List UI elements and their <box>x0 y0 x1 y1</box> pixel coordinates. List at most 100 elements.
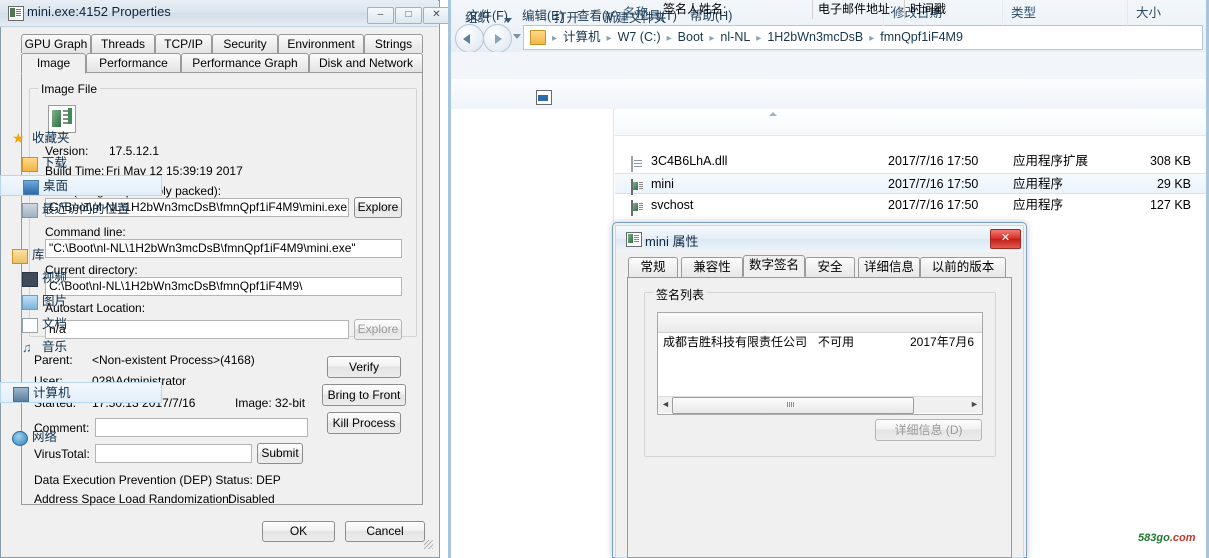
tab-compatibility[interactable]: 兼容性 <box>681 257 743 277</box>
breadcrumb-item-w7c[interactable]: W7 (C:) <box>616 29 663 46</box>
column-header-type[interactable]: 类型 <box>1003 0 1128 26</box>
bring-to-front-button[interactable]: Bring to Front <box>322 384 406 406</box>
close-icon[interactable]: ✕ <box>990 229 1021 249</box>
file-type: 应用程序 <box>1013 198 1064 212</box>
sidebar-item-pictures[interactable]: 图片 <box>0 291 162 312</box>
minimize-button[interactable]: – <box>367 7 394 24</box>
breadcrumb-item-1h2bwn3mcdsb[interactable]: 1H2bWn3mcDsB <box>765 29 865 46</box>
resize-grip[interactable] <box>424 540 433 549</box>
tab-details[interactable]: 详细信息 <box>858 257 920 277</box>
tab-tcpip[interactable]: TCP/IP <box>155 34 212 53</box>
chevron-down-icon[interactable] <box>504 18 512 23</box>
forward-button[interactable] <box>483 24 512 53</box>
application-icon <box>626 232 642 247</box>
open-button[interactable]: 打开 <box>554 7 579 26</box>
sidebar-item-label: 最近访问的位置 <box>42 202 130 216</box>
breadcrumb-separator: ▸ <box>709 33 715 44</box>
details-button: 详细信息 (D) <box>875 419 982 441</box>
application-icon <box>8 6 24 21</box>
explorer-menu-bar <box>451 52 1206 80</box>
tab-image[interactable]: Image <box>21 53 86 74</box>
aslr-label: Address Space Load Randomization: <box>34 492 233 506</box>
tab-strings[interactable]: Strings <box>364 34 423 53</box>
sidebar-item-videos[interactable]: 视频 <box>0 268 162 289</box>
path-explore-button[interactable]: Explore <box>354 197 402 218</box>
tab-digital-signatures[interactable]: 数字签名 <box>743 255 805 277</box>
table-row[interactable]: mini 2017/7/16 17:50 应用程序 29 KB <box>615 173 1206 195</box>
sidebar-item-label: 音乐 <box>42 340 68 354</box>
tab-security[interactable]: Security <box>212 34 278 53</box>
signer-name: 成都吉胜科技有限责任公司 <box>663 335 808 349</box>
sidebar-item-favorites[interactable]: ★ 收藏夹 <box>0 128 162 149</box>
breadcrumb-item-nlnl[interactable]: nl-NL <box>718 29 752 46</box>
kill-process-button[interactable]: Kill Process <box>327 412 401 434</box>
maximize-button[interactable]: □ <box>395 7 422 24</box>
tab-performance[interactable]: Performance <box>86 53 181 72</box>
recent-pages-chevron-icon[interactable] <box>513 34 521 39</box>
network-icon <box>12 431 28 446</box>
sidebar-item-label: 图片 <box>42 294 68 308</box>
breadcrumb-item-computer[interactable]: 计算机 <box>561 29 603 46</box>
breadcrumb-item-boot[interactable]: Boot <box>676 29 706 46</box>
signer-timestamp: 2017年7月6 <box>910 335 975 349</box>
tab-gpu-graph[interactable]: GPU Graph <box>21 34 91 53</box>
sidebar-item-recent-places[interactable]: 最近访问的位置 <box>0 199 162 220</box>
watermark-domain: .com <box>1169 532 1196 544</box>
breadcrumb-separator: ▸ <box>869 33 875 44</box>
sidebar-item-libraries[interactable]: 库 <box>0 245 162 266</box>
file-size: 127 KB <box>1149 198 1191 212</box>
signature-table-header <box>658 313 982 333</box>
star-icon: ★ <box>12 130 25 146</box>
verify-button[interactable]: Verify <box>327 356 401 378</box>
sidebar-item-network[interactable]: 网络 <box>0 427 162 448</box>
file-list-column-headers <box>615 109 1206 136</box>
desktop-icon <box>23 180 39 195</box>
table-row[interactable]: 3C4B6LhA.dll 2017/7/16 17:50 应用程序扩展 308 … <box>615 151 1206 172</box>
breadcrumb-separator: ▸ <box>756 33 762 44</box>
file-name: mini <box>651 177 674 191</box>
folder-icon <box>530 30 546 45</box>
tab-performance-graph[interactable]: Performance Graph <box>181 53 309 72</box>
mini-properties-title: mini 属性 <box>645 234 699 249</box>
tab-threads[interactable]: Threads <box>91 34 155 53</box>
submit-button[interactable]: Submit <box>257 443 303 464</box>
scroll-left-icon[interactable]: ◄ <box>659 397 672 412</box>
executable-icon-accent <box>68 108 72 124</box>
column-header-email[interactable]: 电子邮件地址: <box>813 0 905 19</box>
sidebar-item-music[interactable]: ♫ 音乐 <box>0 337 162 358</box>
organize-button[interactable]: 组织 <box>465 7 490 26</box>
exe-icon <box>631 179 633 195</box>
column-header-size[interactable]: 大小 <box>1128 0 1206 26</box>
sidebar-item-label: 收藏夹 <box>32 131 70 145</box>
back-button[interactable] <box>455 24 484 53</box>
file-type: 应用程序 <box>1013 177 1064 191</box>
sidebar-item-label: 桌面 <box>43 179 69 193</box>
column-header-signer[interactable]: 签名人姓名: <box>658 0 813 19</box>
cancel-button[interactable]: Cancel <box>345 521 425 542</box>
tab-security[interactable]: 安全 <box>805 257 855 277</box>
close-button[interactable]: ✕ <box>423 7 450 24</box>
tab-previous-versions[interactable]: 以前的版本 <box>920 257 1006 277</box>
tab-disk-and-network[interactable]: Disk and Network <box>309 53 423 72</box>
breadcrumb-item-fmnqpf1if4m9[interactable]: fmnQpf1iF4M9 <box>878 29 965 46</box>
sidebar-item-documents[interactable]: 文档 <box>0 314 162 335</box>
sidebar-item-desktop[interactable]: 桌面 <box>0 175 162 196</box>
file-date: 2017/7/16 17:50 <box>888 177 979 191</box>
sidebar-item-label: 视频 <box>42 271 68 285</box>
watermark-prefix: 583 <box>1138 532 1157 544</box>
image-bits-label: Image: 32-bit <box>235 396 306 410</box>
tab-environment[interactable]: Environment <box>278 34 364 53</box>
tab-general[interactable]: 常规 <box>628 257 678 277</box>
column-header-timestamp[interactable]: 时间戳 <box>905 0 982 19</box>
recent-places-icon <box>22 203 38 218</box>
table-row[interactable]: svchost 2017/7/16 17:50 应用程序 127 KB <box>615 195 1206 216</box>
sidebar-item-label: 文档 <box>42 317 68 331</box>
file-date: 2017/7/16 17:50 <box>888 198 979 212</box>
site-watermark: 583go.com <box>1138 532 1196 544</box>
file-size: 308 KB <box>1149 154 1191 168</box>
scroll-right-icon[interactable]: ► <box>968 397 981 412</box>
ok-button[interactable]: OK <box>262 521 335 542</box>
sidebar-item-downloads[interactable]: 下载 <box>0 153 162 174</box>
signature-row[interactable]: 成都吉胜科技有限责任公司 不可用 2017年7月6 <box>658 333 982 352</box>
sidebar-item-computer[interactable]: 计算机 <box>0 382 162 403</box>
